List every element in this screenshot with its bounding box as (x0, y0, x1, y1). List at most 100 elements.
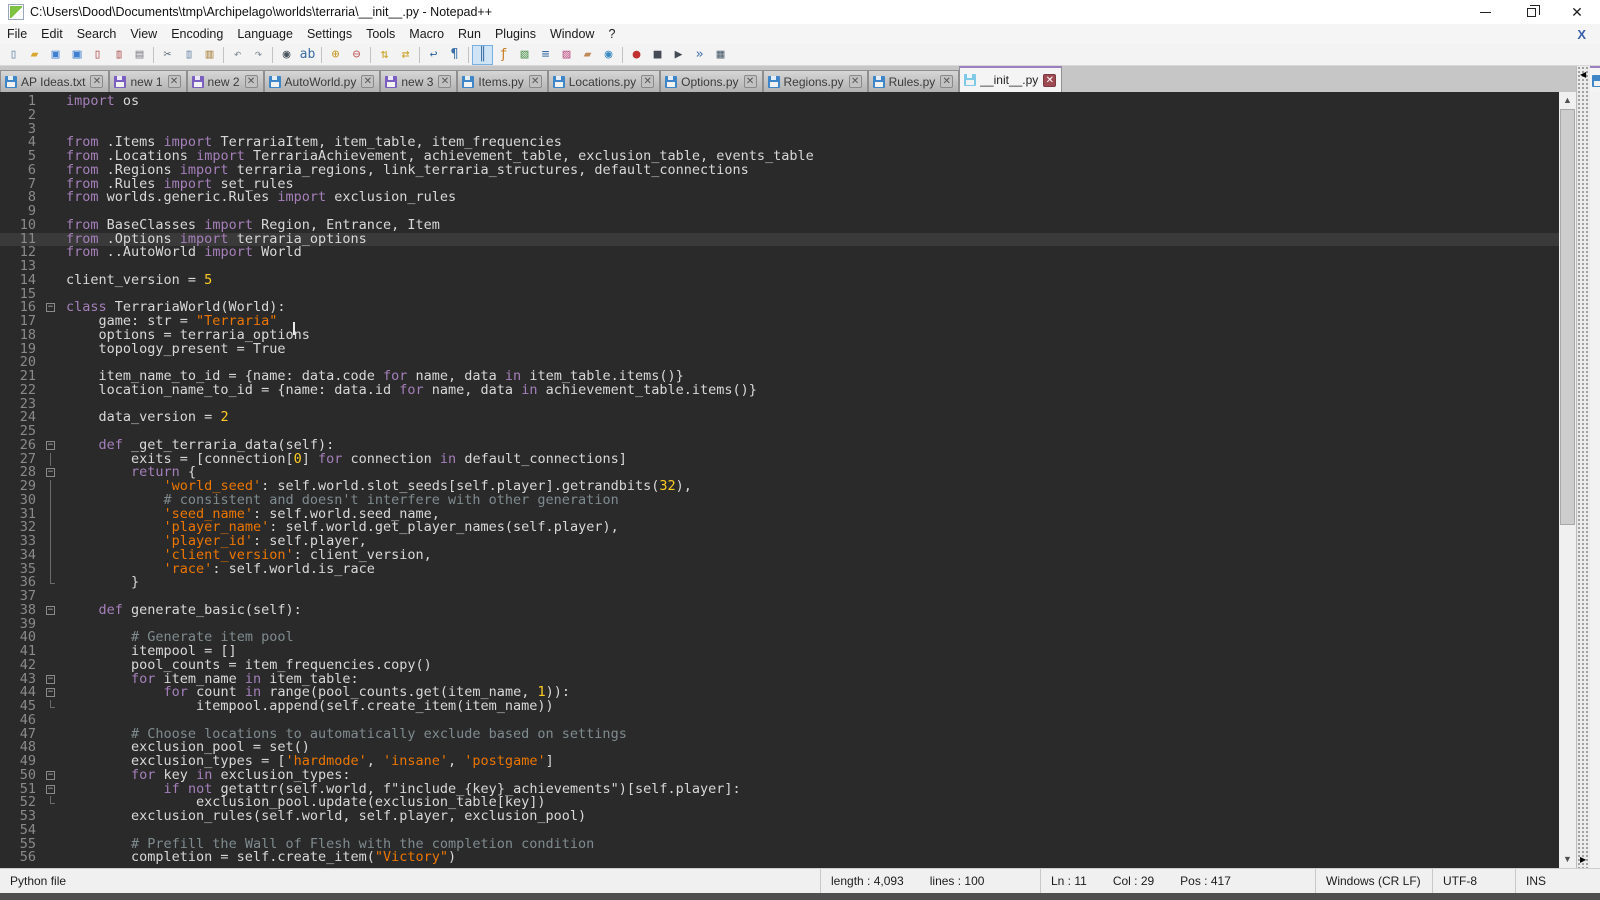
tab-options.py[interactable]: Options.py✕ (660, 70, 762, 92)
fold-margin[interactable]: − (44, 439, 60, 453)
tab-close-icon[interactable]: ✕ (90, 75, 103, 88)
code-line[interactable]: 19 topology_present = True (0, 343, 1559, 357)
tab-close-icon[interactable]: ✕ (245, 75, 258, 88)
find-icon[interactable]: ◉ (276, 45, 297, 65)
fold-margin[interactable]: − (44, 769, 60, 783)
fold-margin[interactable]: − (44, 466, 60, 480)
show-indent-guide-icon[interactable]: ║ (472, 45, 493, 65)
status-eol-format[interactable]: Windows (CR LF) (1315, 869, 1432, 893)
show-all-characters-icon[interactable]: ¶ (444, 45, 465, 65)
tab-items.py[interactable]: Items.py✕ (457, 70, 547, 92)
fold-margin[interactable]: − (44, 673, 60, 687)
code-line[interactable]: 22 location_name_to_id = {name: data.id … (0, 384, 1559, 398)
document-map-icon[interactable]: ▧ (514, 45, 535, 65)
menu-item-edit[interactable]: Edit (34, 25, 70, 43)
zoom-in-icon[interactable]: ⊕ (325, 45, 346, 65)
fold-collapse-icon[interactable]: − (46, 606, 55, 615)
code-line[interactable]: 23 (0, 398, 1559, 412)
menu-item-encoding[interactable]: Encoding (164, 25, 230, 43)
view-splitter[interactable]: ◀ ▶ (1576, 66, 1590, 868)
macro-save-icon[interactable]: ▦ (710, 45, 731, 65)
define-language-icon[interactable]: ▨ (556, 45, 577, 65)
scroll-up-icon[interactable]: ▲ (1559, 92, 1576, 109)
monitoring-icon[interactable]: ◉ (598, 45, 619, 65)
scrollbar-thumb[interactable] (1560, 109, 1575, 525)
save-all-icon[interactable]: ▣ (66, 45, 87, 65)
folder-as-workspace-icon[interactable]: ▰ (577, 45, 598, 65)
menu-item-?[interactable]: ? (601, 25, 622, 43)
code-line[interactable]: 27 exits = [connection[0] for connection… (0, 453, 1559, 467)
menu-item-macro[interactable]: Macro (402, 25, 451, 43)
fold-margin[interactable]: − (44, 686, 60, 700)
fold-collapse-icon[interactable]: − (46, 303, 55, 312)
code-line[interactable]: 24 data_version = 2 (0, 411, 1559, 425)
tab-regions.py[interactable]: Regions.py✕ (763, 70, 868, 92)
fold-collapse-icon[interactable]: − (46, 771, 55, 780)
macro-play-icon[interactable]: ▶ (668, 45, 689, 65)
macro-run-multiple-icon[interactable]: » (689, 45, 710, 65)
replace-icon[interactable]: ab (297, 45, 318, 65)
status-encoding[interactable]: UTF-8 (1432, 869, 1515, 893)
restore-button[interactable] (1508, 0, 1554, 24)
word-wrap-icon[interactable]: ↩ (423, 45, 444, 65)
code-line[interactable]: 45 itempool.append(self.create_item(item… (0, 700, 1559, 714)
close-all-icon[interactable]: ▯ (108, 45, 129, 65)
fold-collapse-icon[interactable]: − (46, 468, 55, 477)
tab-autoworld.py[interactable]: AutoWorld.py✕ (264, 70, 381, 92)
code-editor[interactable]: 1import os234from .Items import Terraria… (0, 92, 1559, 868)
close-file-icon[interactable]: ▯ (87, 45, 108, 65)
code-line[interactable]: 35 'race': self.world.is_race (0, 563, 1559, 577)
zoom-out-icon[interactable]: ⊖ (346, 45, 367, 65)
menu-item-settings[interactable]: Settings (300, 25, 359, 43)
tab-close-icon[interactable]: ✕ (361, 75, 374, 88)
code-line[interactable]: 36 } (0, 576, 1559, 590)
minimize-button[interactable] (1462, 0, 1508, 24)
menu-item-run[interactable]: Run (451, 25, 488, 43)
new-file-icon[interactable]: ▯ (3, 45, 24, 65)
code-line[interactable]: 38− def generate_basic(self): (0, 604, 1559, 618)
paste-icon[interactable]: ▥ (199, 45, 220, 65)
document-list-icon[interactable]: ≡ (535, 45, 556, 65)
tab-close-icon[interactable]: ✕ (529, 75, 542, 88)
sync-horizontal-scroll-icon[interactable]: ⇄ (395, 45, 416, 65)
redo-icon[interactable]: ↷ (248, 45, 269, 65)
macro-record-icon[interactable]: ● (626, 45, 647, 65)
close-button[interactable]: ✕ (1554, 0, 1600, 24)
menu-close-icon[interactable]: X (1577, 27, 1586, 42)
print-icon[interactable]: ▤ (129, 45, 150, 65)
tab-locations.py[interactable]: Locations.py✕ (548, 70, 660, 92)
tab-new-1[interactable]: new 1✕ (109, 70, 186, 92)
tab-close-icon[interactable]: ✕ (744, 75, 757, 88)
menu-item-plugins[interactable]: Plugins (488, 25, 543, 43)
code-line[interactable]: 14client_version = 5 (0, 274, 1559, 288)
cut-icon[interactable]: ✂ (157, 45, 178, 65)
code-line[interactable]: 56 completion = self.create_item("Victor… (0, 851, 1559, 865)
fold-collapse-icon[interactable]: − (46, 785, 55, 794)
code-line[interactable]: 13 (0, 260, 1559, 274)
vertical-scrollbar[interactable]: ▲ ▼ (1559, 92, 1576, 868)
tab-close-icon[interactable]: ✕ (940, 75, 953, 88)
secondary-view-tab[interactable] (1590, 66, 1600, 92)
tab-close-icon[interactable]: ✕ (438, 75, 451, 88)
sync-vertical-scroll-icon[interactable]: ⇅ (374, 45, 395, 65)
tab-new-3[interactable]: new 3✕ (380, 70, 457, 92)
code-line[interactable]: 2 (0, 109, 1559, 123)
status-insert-mode[interactable]: INS (1515, 869, 1600, 893)
menu-item-language[interactable]: Language (230, 25, 300, 43)
menu-item-search[interactable]: Search (70, 25, 124, 43)
fold-margin[interactable]: − (44, 604, 60, 618)
function-list-icon[interactable]: ƒ (493, 45, 514, 65)
scroll-down-icon[interactable]: ▼ (1559, 851, 1576, 868)
tab-new-2[interactable]: new 2✕ (187, 70, 264, 92)
tab-close-icon[interactable]: ✕ (168, 75, 181, 88)
code-line[interactable]: 1import os (0, 95, 1559, 109)
code-line[interactable]: 12from ..AutoWorld import World (0, 246, 1559, 260)
code-line[interactable]: 8from worlds.generic.Rules import exclus… (0, 191, 1559, 205)
tab-close-icon[interactable]: ✕ (1043, 74, 1056, 87)
fold-collapse-icon[interactable]: − (46, 688, 55, 697)
menu-item-file[interactable]: File (0, 25, 34, 43)
fold-collapse-icon[interactable]: − (46, 675, 55, 684)
macro-stop-icon[interactable]: ■ (647, 45, 668, 65)
tab-ap-ideas.txt[interactable]: AP Ideas.txt✕ (0, 70, 109, 92)
code-line[interactable]: 53 exclusion_rules(self.world, self.play… (0, 810, 1559, 824)
